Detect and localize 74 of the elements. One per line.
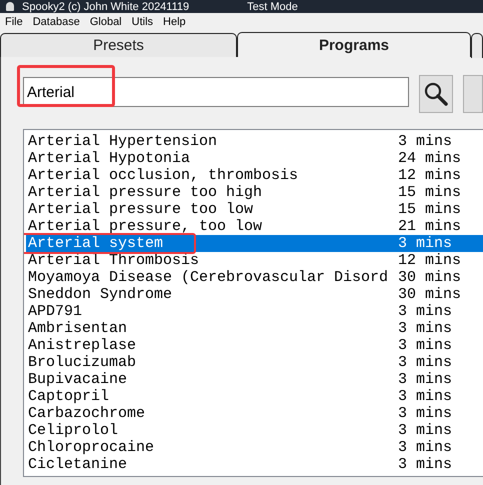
program-name: Moyamoya Disease (Cerebrovascular Disord <box>28 269 390 286</box>
program-duration: 30 mins <box>398 286 462 303</box>
program-row[interactable]: Anistreplase 3 mins <box>26 337 483 354</box>
program-name: Cicletanine <box>28 456 128 473</box>
program-duration: 21 mins <box>398 218 462 235</box>
menu-item[interactable]: Global <box>90 16 122 28</box>
program-name: Anistreplase <box>28 337 138 354</box>
search-field[interactable]: Arterial <box>23 77 409 107</box>
program-row[interactable]: Sneddon Syndrome 30 mins <box>26 286 483 303</box>
program-row[interactable]: APD791 3 mins <box>26 303 483 320</box>
program-duration: 3 mins <box>398 388 452 405</box>
program-row[interactable]: Moyamoya Disease (Cerebrovascular Disord 30 mins <box>26 269 483 286</box>
tab[interactable]: Programs <box>236 32 471 57</box>
program-row[interactable]: Arterial pressure too high 15 mins <box>26 184 483 201</box>
program-duration: 3 mins <box>398 405 452 422</box>
program-name: Arterial pressure too high <box>28 184 264 201</box>
program-row[interactable]: Cicletanine 3 mins <box>26 456 483 473</box>
program-duration: 3 mins <box>398 422 452 439</box>
program-row[interactable]: Arterial Thrombosis 12 mins <box>26 252 483 269</box>
program-name: Bupivacaine <box>28 371 128 388</box>
program-name: Arterial system <box>28 235 164 252</box>
program-duration: 24 mins <box>398 150 462 167</box>
program-name: Arterial Hypertension <box>28 133 218 150</box>
ghost-icon <box>6 2 14 11</box>
menu-item[interactable]: Help <box>163 16 186 28</box>
program-row[interactable]: Ambrisentan 3 mins <box>26 320 483 337</box>
program-row[interactable]: Carbazochrome 3 mins <box>26 405 483 422</box>
program-duration: 3 mins <box>398 354 452 371</box>
tab[interactable]: Presets <box>0 33 237 57</box>
program-duration: 3 mins <box>398 235 452 252</box>
program-name: Arterial pressure, too low <box>28 218 264 235</box>
program-name: Sneddon Syndrome <box>28 286 174 303</box>
window-title: Spooky2 (c) John White 20241119 <box>22 0 190 12</box>
program-duration: 3 mins <box>398 320 452 337</box>
program-row[interactable]: Captopril 3 mins <box>26 388 483 405</box>
program-name: Celiprolol <box>28 422 120 439</box>
program-name: Arterial pressure too low <box>28 201 254 218</box>
menu-item[interactable]: File <box>5 16 23 28</box>
program-duration: 3 mins <box>398 337 452 354</box>
program-name: Arterial Thrombosis <box>28 252 200 269</box>
program-row[interactable]: Brolucizumab 3 mins <box>26 354 483 371</box>
program-row[interactable]: Arterial Hypotonia 24 mins <box>26 150 483 167</box>
program-name: Chloroprocaine <box>28 439 156 456</box>
program-duration: 15 mins <box>398 201 462 218</box>
search-button[interactable] <box>419 75 453 113</box>
program-name: Carbazochrome <box>28 405 146 422</box>
program-name: Ambrisentan <box>28 320 128 337</box>
program-row[interactable]: Arterial occlusion, thrombosis 12 mins <box>26 167 483 184</box>
program-duration: 15 mins <box>398 184 462 201</box>
program-name: Brolucizumab <box>28 354 138 371</box>
program-duration: 3 mins <box>398 456 452 473</box>
program-row[interactable]: Arterial Hypertension 3 mins <box>26 133 483 150</box>
program-name: Captopril <box>28 388 110 405</box>
program-duration: 12 mins <box>398 167 462 184</box>
program-row[interactable]: Celiprolol 3 mins <box>26 422 483 439</box>
program-name: Arterial occlusion, thrombosis <box>28 167 300 184</box>
program-row[interactable]: Arterial pressure, too low 21 mins <box>26 218 483 235</box>
program-row[interactable]: Bupivacaine 3 mins <box>26 371 483 388</box>
program-duration: 30 mins <box>398 269 462 286</box>
program-duration: 3 mins <box>398 303 452 320</box>
menu-item[interactable]: Utils <box>132 16 154 28</box>
program-name: APD791 <box>28 303 84 320</box>
program-duration: 3 mins <box>398 133 452 150</box>
mode-label: Test Mode <box>247 0 298 12</box>
program-row[interactable]: Arterial system 3 mins <box>26 235 483 252</box>
menu-item[interactable]: Database <box>32 16 80 28</box>
program-row[interactable]: Arterial pressure too low 15 mins <box>26 201 483 218</box>
program-name: Arterial Hypotonia <box>28 150 192 167</box>
program-row[interactable]: Chloroprocaine 3 mins <box>26 439 483 456</box>
tab[interactable] <box>471 33 483 58</box>
program-duration: 12 mins <box>398 252 462 269</box>
search-icon <box>423 81 449 107</box>
program-duration: 3 mins <box>398 439 452 456</box>
program-duration: 3 mins <box>398 371 452 388</box>
